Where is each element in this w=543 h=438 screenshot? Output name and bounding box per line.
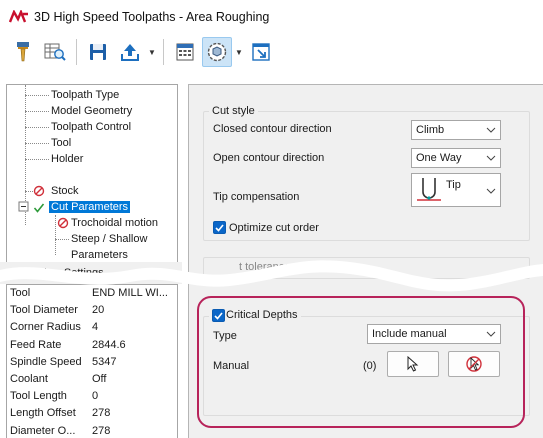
tree-item-holder[interactable]: Holder — [51, 152, 83, 167]
chevron-down-icon — [486, 182, 496, 200]
upload-arrow-icon — [121, 44, 139, 61]
tree-item-trochoidal-motion[interactable]: Trochoidal motion — [71, 216, 158, 231]
table-search-icon — [44, 43, 66, 61]
tree-connector — [25, 127, 49, 128]
table-row: Coolant Off — [10, 372, 107, 385]
tree-connector — [25, 143, 49, 144]
calculator-grid-icon — [176, 43, 194, 61]
tree-item-cut-parameters[interactable]: Cut Parameters — [49, 200, 131, 215]
chevron-down-icon — [486, 149, 496, 167]
calculator-grid-button[interactable] — [170, 37, 200, 67]
toolbar-separator — [76, 39, 77, 65]
mastercam-logo-icon — [8, 6, 30, 28]
open-contour-select[interactable]: One Way — [411, 148, 501, 168]
stock-disabled-icon — [33, 185, 45, 197]
table-row: Length Offset 278 — [10, 407, 111, 420]
window-arrow-button[interactable] — [246, 37, 276, 67]
filter-tool-button[interactable] — [8, 37, 38, 67]
tree-item-parameters[interactable]: Parameters — [71, 248, 128, 263]
quick-view-settings-table: Tool END MILL WI... Tool Diameter 20 Corne… — [6, 284, 178, 438]
critical-depths-highlight — [197, 296, 525, 428]
tolerance-label-partial: t tolerance — [239, 261, 291, 273]
save-button[interactable] — [83, 37, 113, 67]
window-arrow-icon — [252, 43, 270, 61]
tree-connector — [25, 159, 49, 160]
table-search-button[interactable] — [40, 37, 70, 67]
cut-style-title: Cut style — [209, 105, 258, 117]
tree-connector — [25, 191, 33, 192]
table-row: Spindle Speed 5347 — [10, 355, 117, 368]
tree-connector — [55, 239, 69, 240]
quick-view-settings-header: Quick View Settings — [0, 262, 182, 284]
filter-tool-icon — [17, 42, 29, 62]
tip-compensation-icon — [417, 178, 441, 201]
title-bar: 3D High Speed Toolpaths - Area Roughing — [0, 0, 543, 34]
table-row: Diameter O... 278 — [10, 424, 111, 437]
table-row: Tool END MILL WI... — [10, 287, 168, 299]
table-row: Corner Radius 4 — [10, 321, 99, 334]
upload-dropdown-caret[interactable]: ▼ — [147, 37, 157, 67]
parameter-tree: Toolpath Type Model Geometry Toolpath Co… — [6, 84, 178, 274]
tree-item-model-geometry[interactable]: Model Geometry — [51, 104, 132, 119]
optimize-cut-order-label: Optimize cut order — [229, 222, 319, 234]
tree-item-toolpath-type[interactable]: Toolpath Type — [51, 88, 119, 103]
trochoidal-disabled-icon — [57, 217, 69, 229]
closed-contour-select[interactable]: Climb — [411, 120, 501, 140]
tree-connector — [55, 215, 56, 255]
table-row: Feed Rate 2844.6 — [10, 338, 126, 351]
chevron-down-icon — [486, 121, 496, 139]
view-toggle-button[interactable] — [202, 37, 232, 67]
tip-compensation-label: Tip compensation — [213, 191, 300, 203]
window-title: 3D High Speed Toolpaths - Area Roughing — [34, 10, 270, 24]
toolbar: ▼ ▼ — [0, 34, 543, 70]
check-icon — [33, 203, 45, 213]
view-toggle-dropdown-caret[interactable]: ▼ — [234, 37, 244, 67]
checkmark-icon — [215, 223, 224, 232]
table-row: Tool Diameter 20 — [10, 304, 105, 317]
view-toggle-icon — [207, 42, 227, 62]
toolbar-separator — [163, 39, 164, 65]
tree-item-tool[interactable]: Tool — [51, 136, 71, 151]
tree-connector — [25, 95, 49, 96]
upload-button[interactable] — [115, 37, 145, 67]
optimize-cut-order-checkbox[interactable] — [213, 221, 226, 234]
open-contour-label: Open contour direction — [213, 152, 325, 164]
table-row: Tool Length 0 — [10, 390, 99, 403]
tree-connector — [25, 111, 49, 112]
tree-item-toolpath-control[interactable]: Toolpath Control — [51, 120, 131, 135]
closed-contour-label: Closed contour direction — [213, 123, 332, 135]
save-icon — [90, 44, 106, 60]
collapse-minus-icon[interactable] — [18, 201, 30, 213]
tree-item-steep-shallow[interactable]: Steep / Shallow — [71, 232, 147, 247]
tree-item-stock[interactable]: Stock — [51, 184, 79, 199]
tip-compensation-select[interactable]: Tip — [411, 173, 501, 207]
